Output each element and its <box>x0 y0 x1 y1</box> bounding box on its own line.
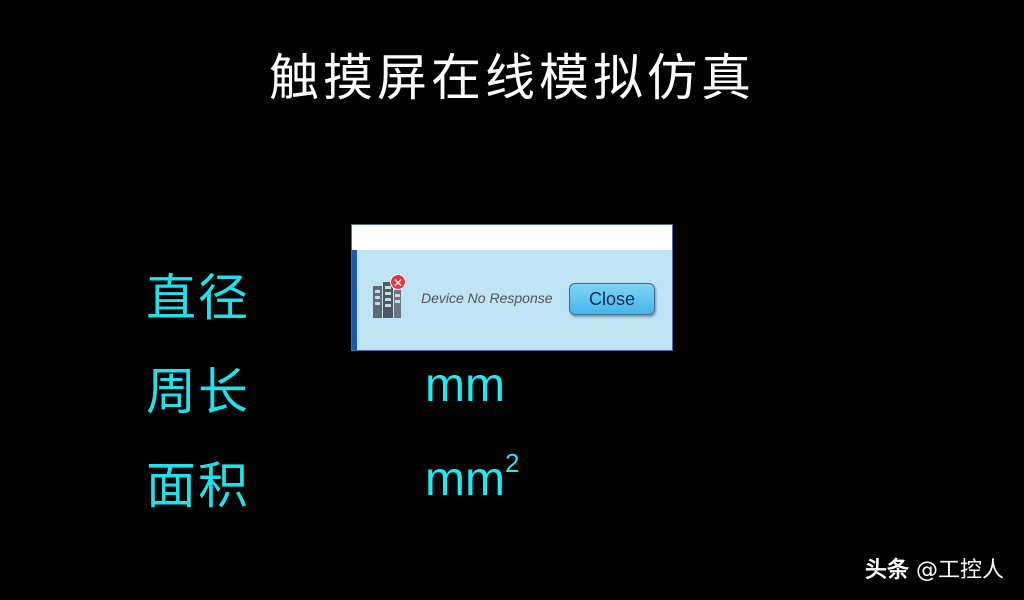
watermark-brand: 头条 <box>864 558 909 583</box>
dialog-body: ✕ Device No Response Close <box>352 250 672 350</box>
label-circumference: 周长 <box>146 363 250 421</box>
unit-circumference-text: mm <box>425 359 505 412</box>
close-x-icon: ✕ <box>390 274 406 290</box>
label-diameter: 直径 <box>146 269 250 327</box>
watermark-handle: @工控人 <box>915 558 1004 583</box>
device-error-dialog: ✕ Device No Response Close <box>351 224 673 351</box>
dialog-message: Device No Response <box>421 290 553 306</box>
watermark: 头条 @工控人 <box>865 552 1004 584</box>
hmi-screen: 触摸屏在线模拟仿真 直径 周长 mm 面积 mm2 ✕ Device No Re… <box>0 0 1024 600</box>
close-button[interactable]: Close <box>569 283 655 315</box>
label-area: 面积 <box>146 457 250 515</box>
unit-circumference: mm <box>425 358 505 413</box>
unit-area-exponent: 2 <box>504 448 520 478</box>
unit-area: mm2 <box>425 448 519 507</box>
page-title: 触摸屏在线模拟仿真 <box>269 49 755 107</box>
unit-area-text: mm <box>425 453 505 506</box>
